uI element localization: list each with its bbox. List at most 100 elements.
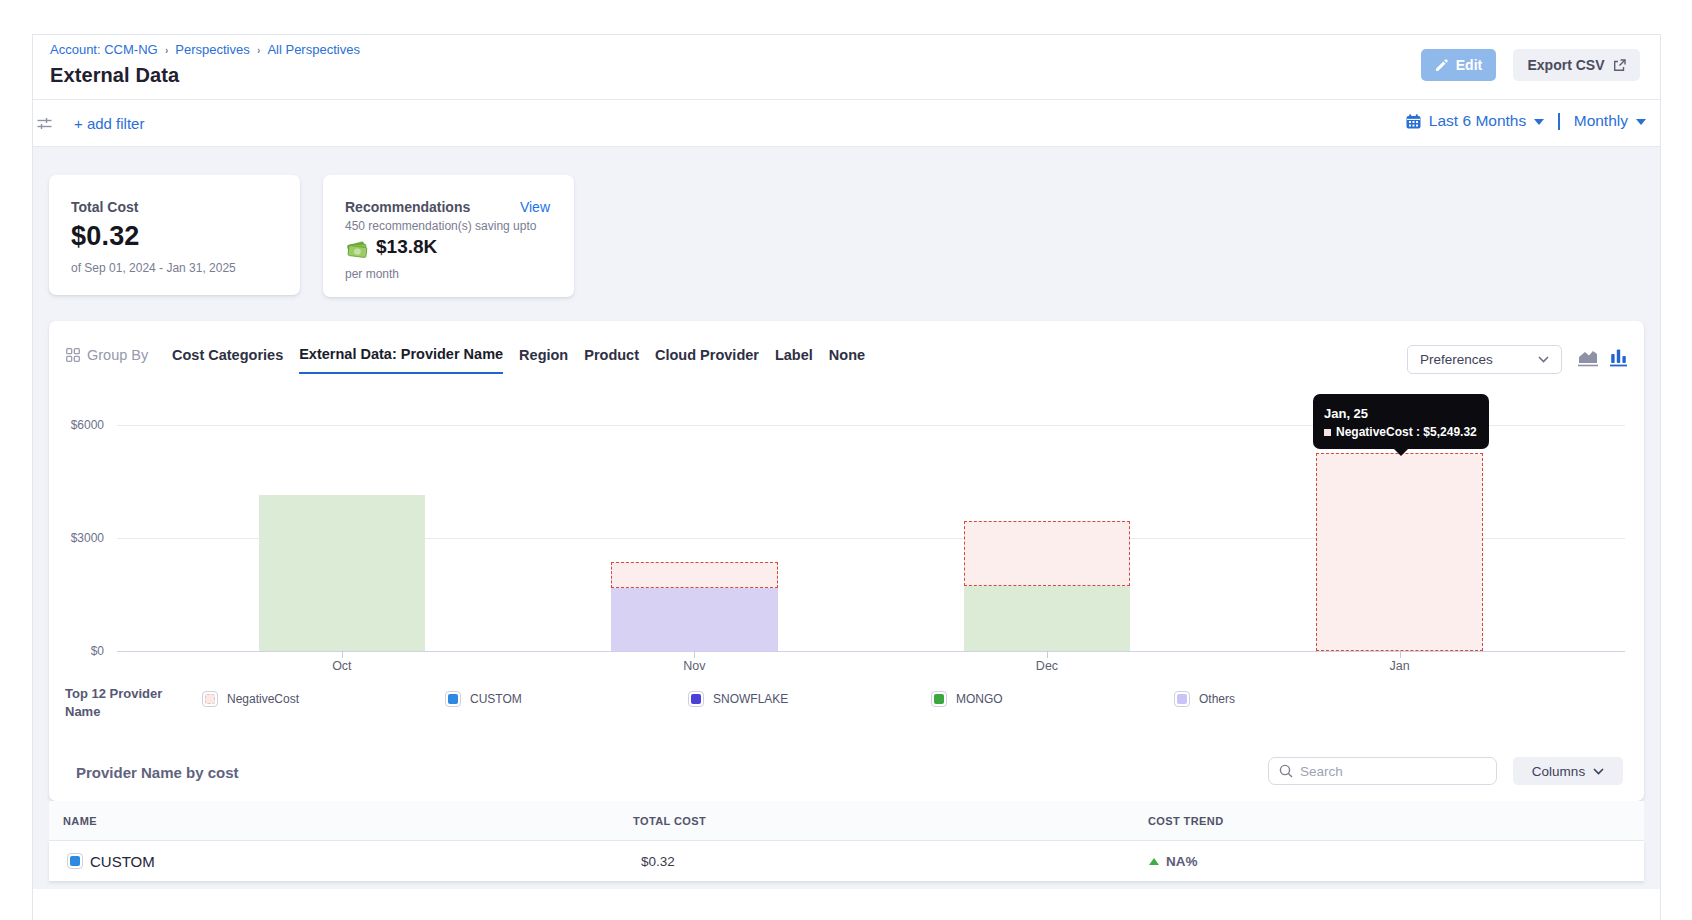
money-icon [345, 237, 369, 258]
column-header-name[interactable]: NAME [63, 815, 97, 827]
group-by-tab-external-data-provider-name[interactable]: External Data: Provider Name [299, 339, 503, 374]
x-axis-label: Jan [1389, 659, 1409, 673]
columns-button[interactable]: Columns [1513, 757, 1623, 785]
breadcrumb-item[interactable]: Perspectives [175, 42, 249, 57]
recommendations-subtitle: 450 recommendation(s) saving upto [345, 219, 536, 233]
preferences-label: Preferences [1420, 352, 1493, 367]
edit-button[interactable]: Edit [1421, 49, 1496, 81]
tooltip-swatch [1324, 429, 1331, 436]
total-cost-period: of Sep 01, 2024 - Jan 31, 2025 [71, 261, 236, 275]
column-header-total-cost[interactable]: TOTAL COST [633, 815, 706, 827]
legend-item-others[interactable]: Others [1174, 691, 1235, 707]
group-by-tabs: Cost Categories External Data: Provider N… [172, 339, 865, 374]
row-total-cost: $0.32 [641, 854, 675, 869]
legend-swatch-icon [931, 691, 947, 707]
search-box [1268, 757, 1497, 785]
recommendations-cadence: per month [345, 267, 399, 281]
trend-up-icon [1149, 858, 1159, 865]
area-chart-icon[interactable] [1577, 348, 1599, 367]
recommendations-amount: $13.8K [376, 236, 437, 258]
export-csv-label: Export CSV [1527, 57, 1604, 73]
x-axis-tick [1400, 651, 1401, 658]
cost-bar-chart: $0$3000$6000OctNovDecJanJan, 25NegativeC… [49, 391, 1644, 691]
legend-swatch-icon [445, 691, 461, 707]
bar-dec-negativecost[interactable] [964, 521, 1131, 586]
x-axis-label: Oct [332, 659, 351, 673]
y-axis-label: $0 [49, 644, 104, 658]
legend-item-negativecost[interactable]: NegativeCost [202, 691, 299, 707]
group-by-tab-product[interactable]: Product [584, 339, 639, 373]
header-actions: Edit Export CSV [1421, 49, 1640, 81]
group-by-icon [66, 348, 80, 366]
legend-swatch-icon [688, 691, 704, 707]
breadcrumb-item[interactable]: Account: CCM-NG [50, 42, 158, 57]
row-name: CUSTOM [90, 853, 155, 870]
tooltip-title: Jan, 25 [1324, 406, 1368, 421]
bar-nov-others[interactable] [611, 588, 778, 651]
bar-dec-mongo[interactable] [964, 586, 1131, 652]
time-range-select[interactable]: Last 6 Months [1429, 112, 1526, 130]
search-input[interactable] [1300, 764, 1470, 779]
x-axis-tick [342, 651, 343, 658]
recommendations-card: Recommendations View 450 recommendation(… [323, 175, 574, 297]
group-by-tab-none[interactable]: None [829, 339, 865, 373]
add-filter-button[interactable]: + add filter [74, 115, 144, 132]
legend-item-snowflake[interactable]: SNOWFLAKE [688, 691, 788, 707]
granularity-caret-icon[interactable] [1636, 119, 1646, 125]
breadcrumb-item[interactable]: All Perspectives [267, 42, 359, 57]
legend-title: Top 12 Provider Name [65, 685, 190, 721]
legend-item-custom[interactable]: CUSTOM [445, 691, 522, 707]
legend-item-label: MONGO [956, 692, 1003, 706]
filter-bar: + add filter Last 6 Months Monthly [33, 100, 1660, 147]
time-controls: Last 6 Months Monthly [1406, 112, 1646, 130]
column-header-cost-trend[interactable]: COST TREND [1148, 815, 1224, 827]
chart-legend: Top 12 Provider Name NegativeCost CUSTOM S… [49, 685, 1644, 725]
calendar-icon [1406, 114, 1421, 129]
preferences-select[interactable]: Preferences [1407, 345, 1562, 374]
content-section: Total Cost $0.32 of Sep 01, 2024 - Jan 3… [33, 147, 1660, 889]
total-cost-title: Total Cost [71, 199, 138, 215]
group-by-tab-cost-categories[interactable]: Cost Categories [172, 339, 283, 373]
group-by-label: Group By [87, 347, 148, 363]
table-row[interactable]: CUSTOM$0.32NA% [49, 841, 1644, 881]
chevron-down-icon [1593, 768, 1604, 775]
group-by-tab-label[interactable]: Label [775, 339, 813, 373]
filter-sliders-icon[interactable] [37, 116, 52, 135]
recommendations-view-link[interactable]: View [520, 199, 550, 215]
main-panel: Account: CCM-NG›Perspectives›All Perspec… [32, 34, 1661, 920]
bar-chart-icon[interactable] [1609, 348, 1628, 367]
recommendations-title: Recommendations [345, 199, 470, 215]
bar-oct-mongo[interactable] [259, 495, 426, 651]
legend-swatch-icon [202, 691, 218, 707]
group-by-tab-cloud-provider[interactable]: Cloud Provider [655, 339, 759, 373]
bar-nov-negativecost[interactable] [611, 562, 778, 588]
x-axis-tick [694, 651, 695, 658]
granularity-select[interactable]: Monthly [1574, 112, 1628, 130]
group-by-row: Group By Cost Categories External Data: P… [49, 339, 1644, 379]
group-by-tab-region[interactable]: Region [519, 339, 568, 373]
row-swatch-icon [67, 853, 83, 869]
total-cost-value: $0.32 [71, 221, 140, 252]
page-header: Account: CCM-NG›Perspectives›All Perspec… [33, 35, 1660, 100]
page: Account: CCM-NG›Perspectives›All Perspec… [0, 0, 1692, 920]
time-range-caret-icon[interactable] [1534, 119, 1544, 125]
columns-button-label: Columns [1532, 764, 1585, 779]
breadcrumb-separator-icon: › [165, 44, 168, 56]
table-header: NAME TOTAL COST COST TREND [49, 801, 1644, 841]
page-title: External Data [50, 64, 179, 87]
export-csv-button[interactable]: Export CSV [1513, 49, 1640, 81]
legend-swatch-icon [1174, 691, 1190, 707]
chevron-down-icon [1538, 356, 1549, 363]
legend-item-label: SNOWFLAKE [713, 692, 788, 706]
legend-item-mongo[interactable]: MONGO [931, 691, 1003, 707]
chart-card: Group By Cost Categories External Data: P… [49, 321, 1644, 801]
x-axis-label: Nov [683, 659, 705, 673]
y-axis-label: $6000 [49, 418, 104, 432]
pencil-icon [1435, 59, 1448, 72]
bar-jan-negativecost[interactable] [1316, 453, 1483, 651]
legend-item-label: NegativeCost [227, 692, 299, 706]
edit-button-label: Edit [1456, 57, 1482, 73]
search-icon [1279, 764, 1293, 778]
time-separator [1558, 113, 1560, 130]
chart-type-toggle [1577, 348, 1628, 367]
